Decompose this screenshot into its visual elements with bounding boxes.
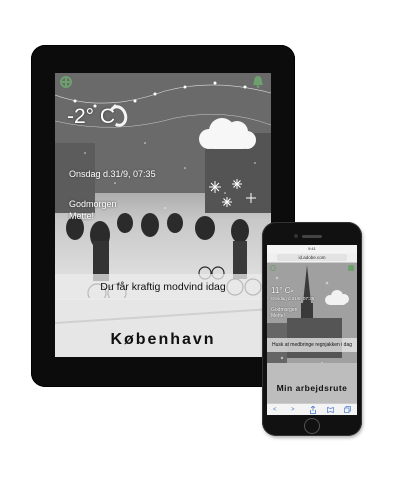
date-time: Onsdag d.31/9, 07:35 bbox=[271, 296, 315, 301]
date-time: Onsdag d.31/9, 07:35 bbox=[69, 169, 156, 179]
settings-icon[interactable] bbox=[270, 265, 276, 271]
notification-banner: Husk at medbringe regnjakken i dag bbox=[267, 338, 357, 352]
cloud-icon bbox=[199, 118, 256, 149]
background-photo bbox=[267, 263, 357, 403]
share-icon[interactable] bbox=[310, 406, 316, 414]
address-bar[interactable]: id.adobe.com bbox=[267, 253, 357, 263]
speaker-grille bbox=[302, 235, 322, 238]
bell-icon[interactable] bbox=[252, 75, 264, 88]
cloud-icon bbox=[325, 290, 349, 305]
browser-toolbar: < > bbox=[267, 403, 357, 415]
greeting-line2: Mette! bbox=[69, 211, 95, 221]
bookmarks-icon[interactable] bbox=[327, 407, 334, 413]
tablet-screen: -2° C Onsdag d.31/9, 07:35 Godmorgen Met… bbox=[55, 73, 271, 357]
url-text[interactable]: id.adobe.com bbox=[277, 254, 347, 261]
phone-content: 11° C Onsdag d.31/9, 07:35 Godmorgen Met… bbox=[267, 263, 357, 403]
greeting-line1: Godmorgen bbox=[69, 199, 117, 209]
forward-button[interactable]: > bbox=[291, 406, 295, 414]
temperature: 11° C bbox=[271, 286, 291, 295]
tablet-device: -2° C Onsdag d.31/9, 07:35 Godmorgen Met… bbox=[31, 45, 295, 387]
phone-device: 9:41 id.adobe.com 11° C Onsdag d.31/9, 0… bbox=[262, 222, 362, 436]
settings-icon[interactable] bbox=[60, 76, 72, 88]
camera-icon bbox=[294, 234, 298, 238]
greeting-line2: Mette! bbox=[271, 313, 285, 319]
back-button[interactable]: < bbox=[273, 406, 277, 414]
notification-banner: Du får kraftig modvind idag bbox=[55, 274, 271, 300]
home-button[interactable] bbox=[304, 418, 320, 434]
status-bar: 9:41 bbox=[267, 245, 357, 253]
city-title: København bbox=[110, 331, 216, 348]
snow-icon bbox=[209, 179, 256, 207]
route-title: Min arbejdsrute bbox=[276, 383, 348, 393]
bell-icon[interactable] bbox=[348, 265, 354, 271]
tabs-icon[interactable] bbox=[344, 406, 351, 413]
phone-screen: 9:41 id.adobe.com 11° C Onsdag d.31/9, 0… bbox=[267, 245, 357, 415]
